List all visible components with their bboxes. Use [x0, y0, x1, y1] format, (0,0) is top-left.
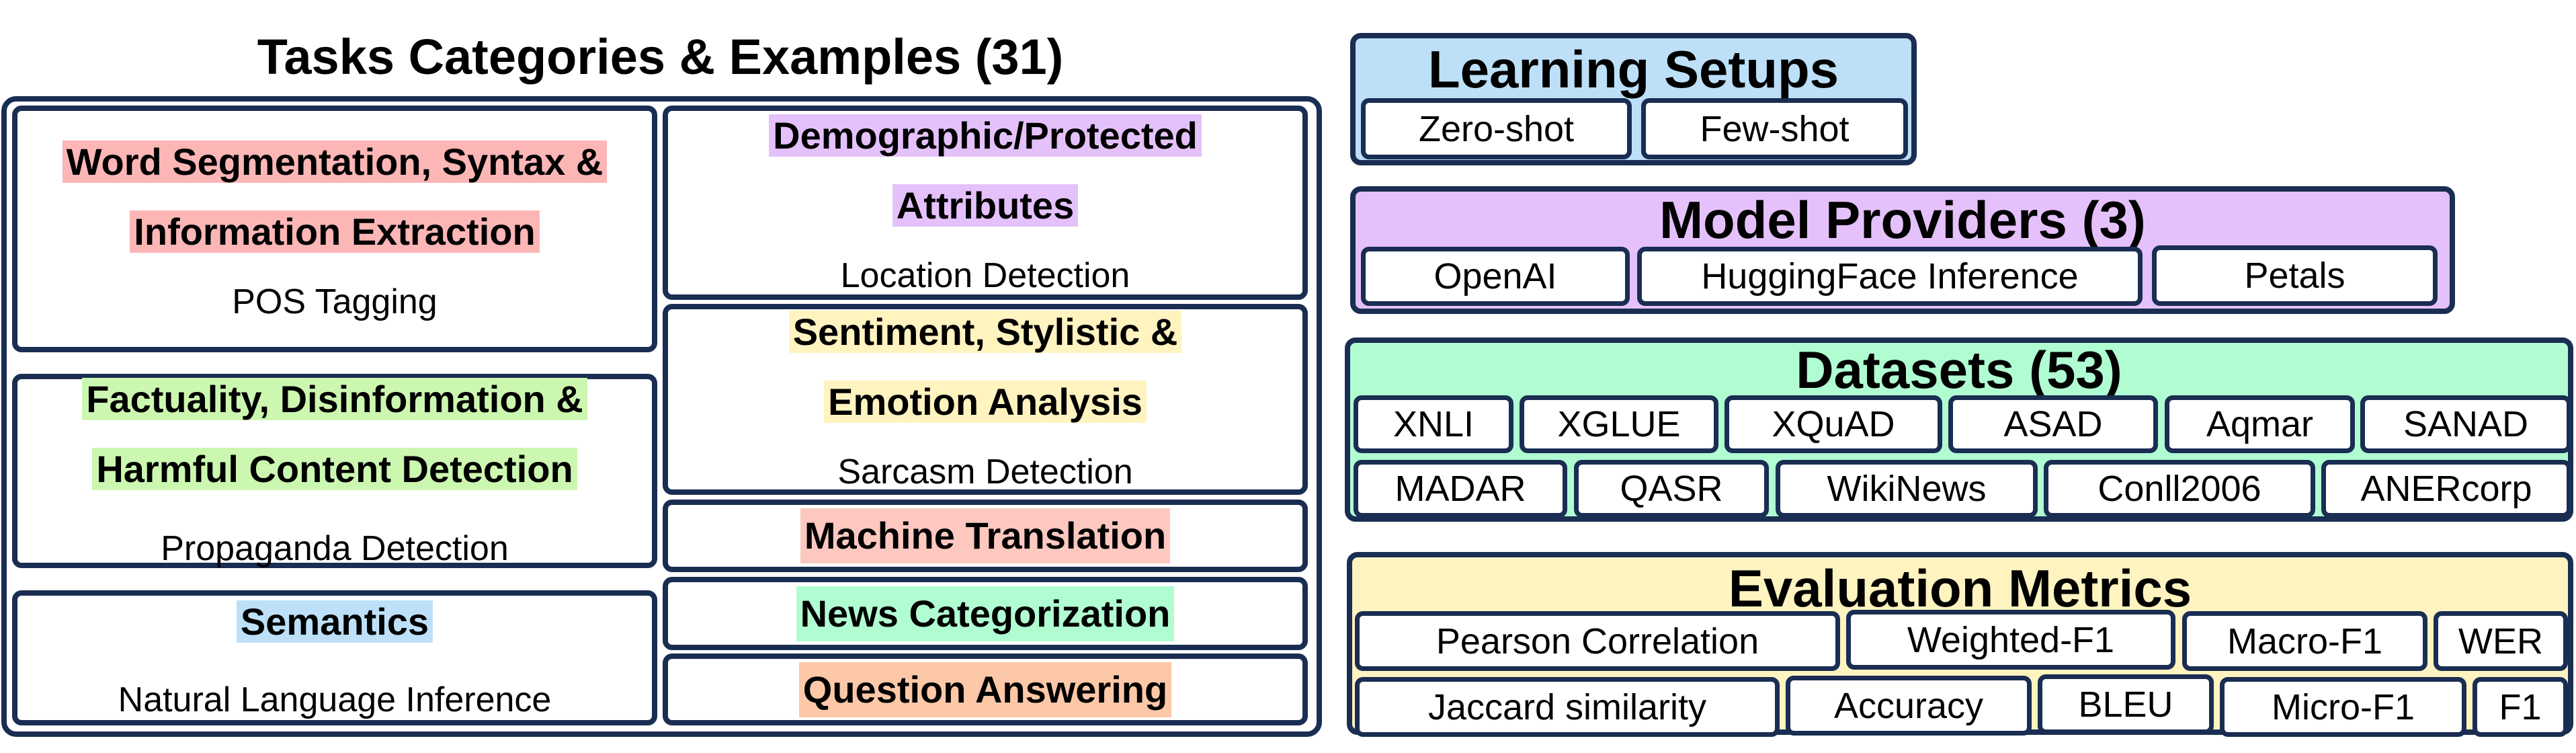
- metric-chip: Accuracy: [1786, 676, 2032, 736]
- category-line: Semantics: [236, 600, 433, 643]
- datasets-panel: Datasets (53) XNLI XGLUE XQuAD ASAD Aqma…: [1345, 338, 2573, 522]
- dataset-chip: QASR: [1574, 460, 1769, 518]
- category-line: Emotion Analysis: [824, 381, 1147, 423]
- model-providers-panel: Model Providers (3) OpenAI HuggingFace I…: [1350, 186, 2455, 314]
- metric-chip: Pearson Correlation: [1355, 611, 1840, 671]
- task-box-sentiment: Sentiment, Stylistic & Emotion Analysis …: [663, 304, 1308, 495]
- task-example: Natural Language Inference: [118, 680, 552, 719]
- task-example: Sarcasm Detection: [837, 452, 1133, 491]
- dataset-chip: WikiNews: [1776, 460, 2038, 518]
- task-category: Semantics: [236, 594, 433, 664]
- model-provider-chip: HuggingFace Inference: [1637, 247, 2143, 306]
- task-box-machine-translation: Machine Translation: [663, 500, 1308, 572]
- task-box-news-categorization: News Categorization: [663, 577, 1308, 650]
- tasks-title: Tasks Categories & Examples (31): [257, 29, 1064, 85]
- metric-chip: F1: [2473, 677, 2568, 737]
- task-box-semantics: Semantics Natural Language Inference: [12, 590, 657, 725]
- category-line: Question Answering: [798, 662, 1172, 717]
- metric-chip: Micro-F1: [2220, 677, 2466, 737]
- metric-chip: Macro-F1: [2182, 611, 2427, 671]
- category-line: Attributes: [892, 184, 1079, 227]
- dataset-chip: XQuAD: [1725, 395, 1942, 453]
- task-example: POS Tagging: [232, 282, 438, 321]
- dataset-chip: Aqmar: [2165, 395, 2355, 453]
- dataset-chip: ASAD: [1948, 395, 2158, 453]
- category-line: Harmful Content Detection: [92, 447, 577, 490]
- task-category: Factuality, Disinformation & Harmful Con…: [82, 372, 587, 512]
- dataset-chip: XNLI: [1354, 395, 1513, 453]
- model-providers-title: Model Providers (3): [1659, 190, 2146, 249]
- dataset-chip: Conll2006: [2044, 460, 2315, 518]
- task-category: Sentiment, Stylistic & Emotion Analysis: [788, 305, 1182, 444]
- evaluation-metrics-title: Evaluation Metrics: [1728, 559, 2192, 618]
- task-box-question-answering: Question Answering: [663, 653, 1308, 725]
- category-line: Machine Translation: [800, 508, 1171, 563]
- category-line: Information Extraction: [130, 210, 540, 253]
- learning-setup-chip: Zero-shot: [1361, 98, 1632, 159]
- dataset-chip: XGLUE: [1520, 395, 1718, 453]
- learning-setups-panel: Learning Setups Zero-shot Few-shot: [1350, 33, 1917, 165]
- task-category: Demographic/Protected Attributes: [769, 108, 1202, 248]
- task-example: Location Detection: [840, 255, 1130, 295]
- learning-setups-title: Learning Setups: [1427, 40, 1839, 99]
- metric-chip: Weighted-F1: [1846, 610, 2175, 670]
- evaluation-metrics-panel: Evaluation Metrics Pearson Correlation W…: [1347, 552, 2573, 737]
- category-line: Word Segmentation, Syntax &: [62, 140, 608, 183]
- task-box-demographic: Demographic/Protected Attributes Locatio…: [663, 106, 1308, 300]
- category-line: News Categorization: [796, 586, 1175, 641]
- dataset-chip: SANAD: [2360, 395, 2571, 453]
- task-category: Word Segmentation, Syntax & Information …: [62, 134, 608, 274]
- metric-chip: Jaccard similarity: [1355, 677, 1780, 737]
- dataset-chip: ANERcorp: [2321, 460, 2571, 518]
- metric-chip: WER: [2434, 611, 2568, 671]
- learning-setup-chip: Few-shot: [1641, 98, 1908, 159]
- task-box-factuality: Factuality, Disinformation & Harmful Con…: [12, 374, 657, 568]
- task-example: Propaganda Detection: [161, 528, 509, 568]
- model-provider-chip: OpenAI: [1361, 247, 1630, 306]
- metric-chip: BLEU: [2038, 674, 2214, 734]
- category-line: Sentiment, Stylistic &: [788, 311, 1182, 353]
- task-box-word-segmentation: Word Segmentation, Syntax & Information …: [12, 106, 657, 352]
- category-line: Factuality, Disinformation &: [82, 377, 587, 420]
- datasets-title: Datasets (53): [1796, 340, 2122, 399]
- dataset-chip: MADAR: [1354, 460, 1567, 518]
- model-provider-chip: Petals: [2152, 245, 2438, 306]
- category-line: Demographic/Protected: [769, 114, 1202, 157]
